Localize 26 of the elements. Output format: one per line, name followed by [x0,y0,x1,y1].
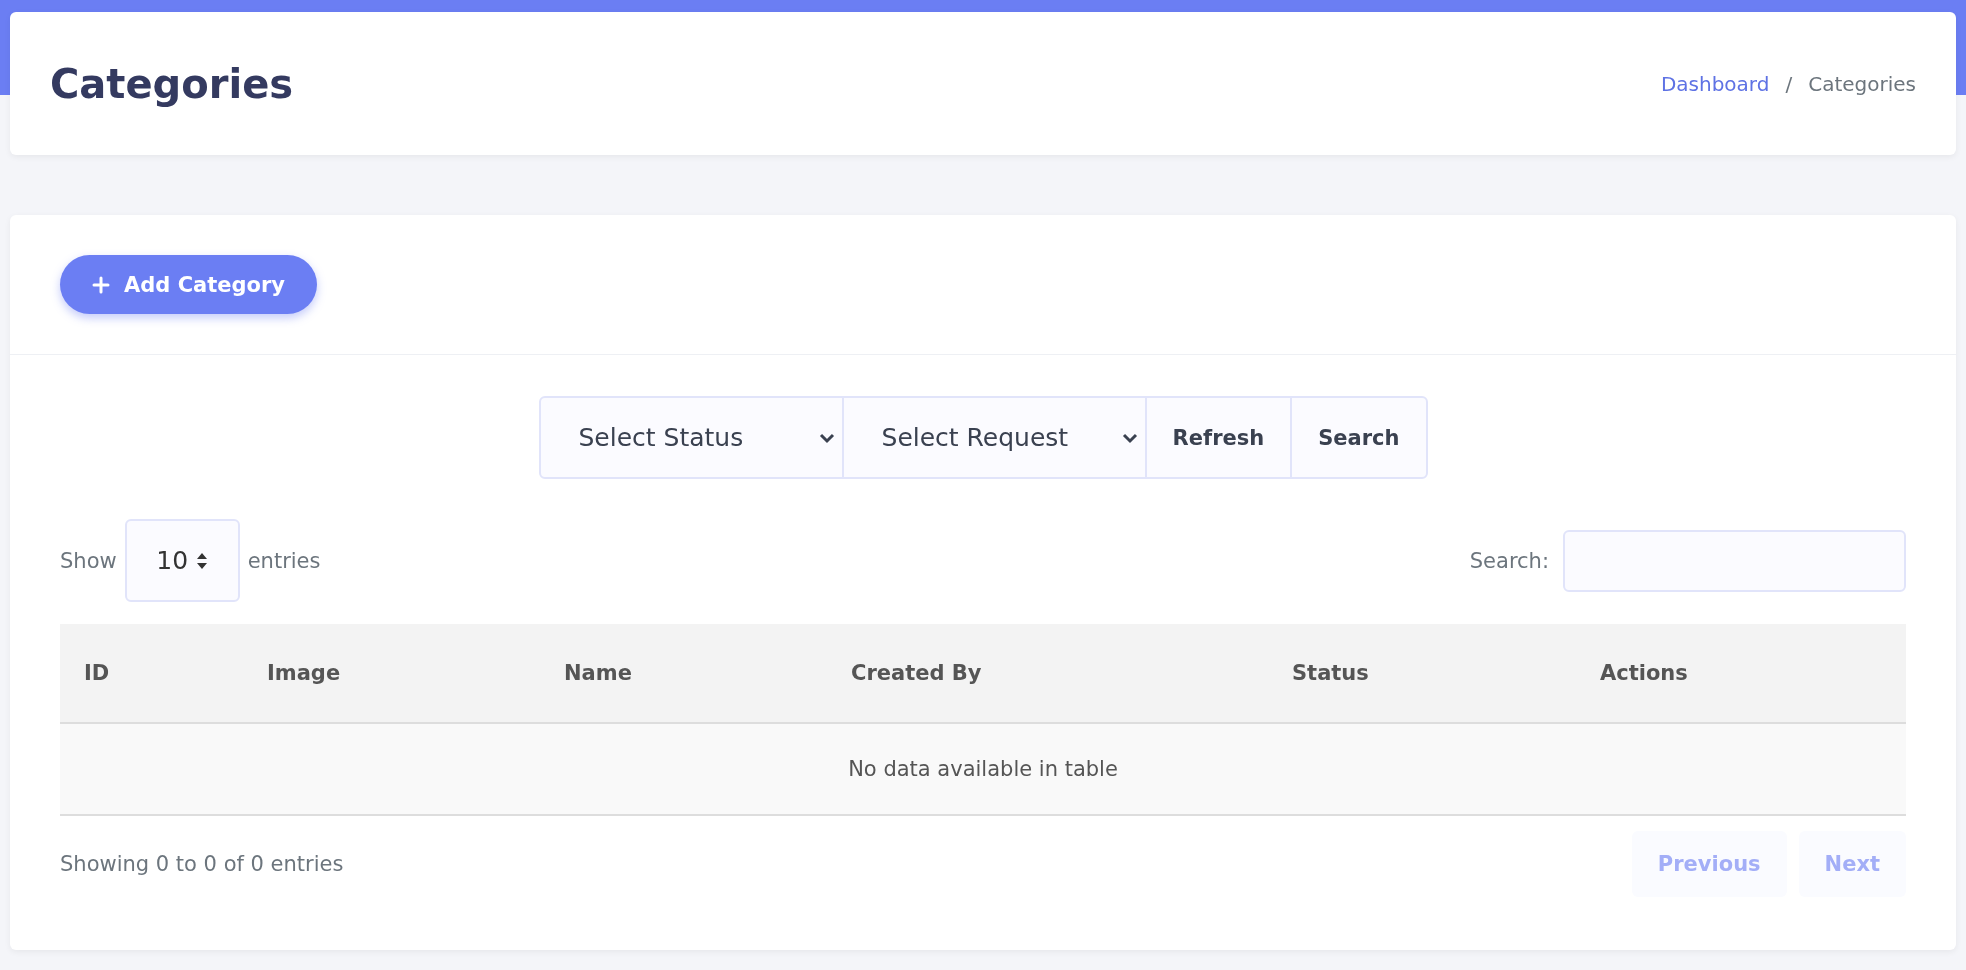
page-title: Categories [50,60,294,107]
chevron-down-icon [817,431,836,444]
search-field[interactable] [1563,529,1906,592]
empty-table-message: No data available in table [60,723,1906,815]
breadcrumb-separator: / [1785,71,1793,96]
breadcrumb-current: Categories [1808,71,1916,96]
column-header[interactable]: Name [564,661,632,685]
plus-icon [92,275,110,294]
column-header[interactable]: ID [84,661,110,685]
show-label: Show [60,548,117,573]
entries-label: entries [247,548,321,573]
search-label: Search: [1469,548,1549,573]
add-category-button[interactable]: Add Category [60,255,317,314]
select-dropdown[interactable]: Select Request [843,398,1147,477]
column-header[interactable]: Created By [851,661,982,685]
table-info: Showing 0 to 0 of 0 entries [60,852,344,876]
column-header[interactable]: Status [1292,661,1369,685]
filter-button[interactable]: Refresh [1146,398,1293,477]
entries-select[interactable]: 10 [124,519,240,602]
column-header[interactable]: Image [267,661,341,685]
column-header[interactable]: Actions [1600,661,1688,685]
chevron-down-icon [1120,431,1139,444]
sort-arrows-icon [196,551,209,570]
filter-button[interactable]: Search [1292,398,1426,477]
select-dropdown[interactable]: Select Status [540,398,844,477]
breadcrumb-link[interactable]: Dashboard [1660,71,1770,96]
